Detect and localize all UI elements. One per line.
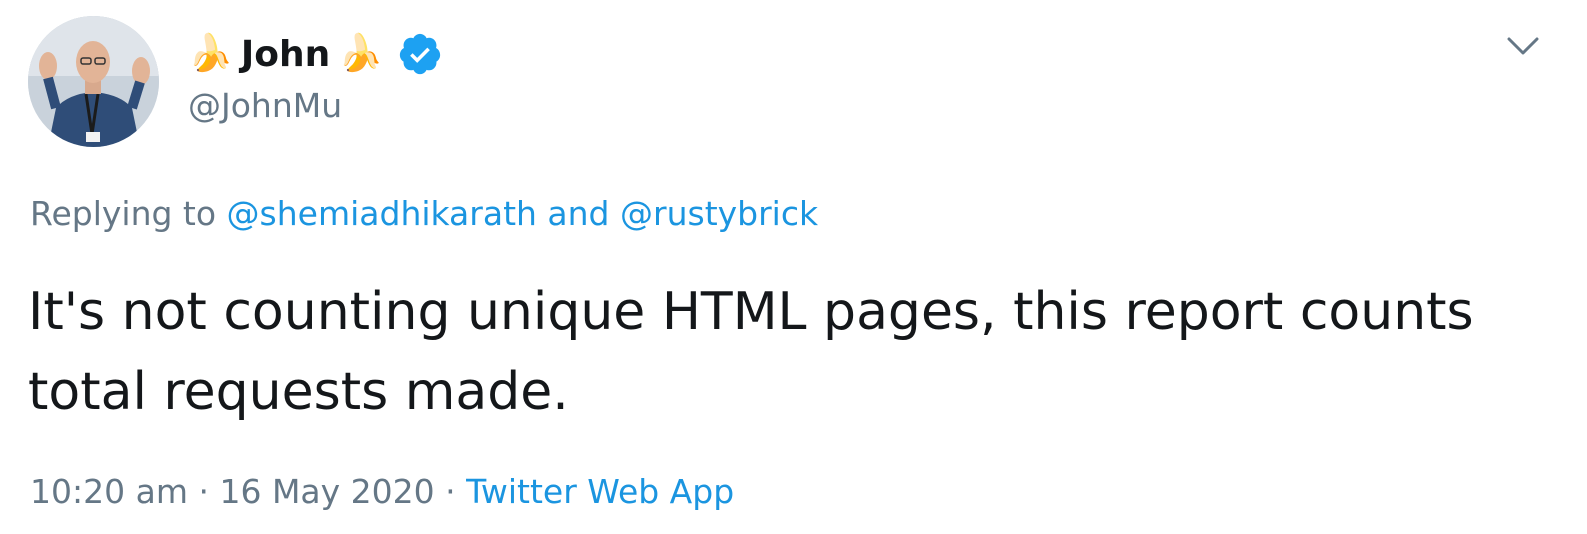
replying-to-label: Replying to (30, 194, 217, 233)
author-display-name[interactable]: John (241, 34, 330, 75)
replying-to: Replying to @shemiadhikarath and @rustyb… (30, 194, 818, 233)
avatar[interactable] (28, 16, 159, 147)
author-name-row[interactable]: 🍌 John 🍌 (188, 28, 443, 80)
tweet-meta: 10:20 am · 16 May 2020 · Twitter Web App (30, 472, 734, 511)
author-handle[interactable]: @JohnMu (188, 86, 342, 125)
meta-separator: · (445, 472, 456, 511)
mention-conjunction[interactable]: and (547, 194, 609, 233)
tweet-card: 🍌 John 🍌 @JohnMu Replying to @shemiadhik… (0, 0, 1587, 534)
mention-link[interactable]: @shemiadhikarath (227, 194, 537, 233)
avatar-image (28, 16, 159, 147)
tweet-time[interactable]: 10:20 am (30, 472, 188, 511)
meta-separator: · (198, 472, 209, 511)
banana-emoji: 🍌 (338, 33, 384, 74)
chevron-down-icon[interactable] (1506, 33, 1540, 59)
banana-emoji: 🍌 (188, 33, 233, 74)
verified-badge-icon (397, 31, 443, 77)
tweet-text: It's not counting unique HTML pages, thi… (28, 282, 1474, 422)
tweet-date[interactable]: 16 May 2020 (219, 472, 434, 511)
tweet-source-link[interactable]: Twitter Web App (466, 472, 734, 511)
mention-link[interactable]: @rustybrick (620, 194, 818, 233)
